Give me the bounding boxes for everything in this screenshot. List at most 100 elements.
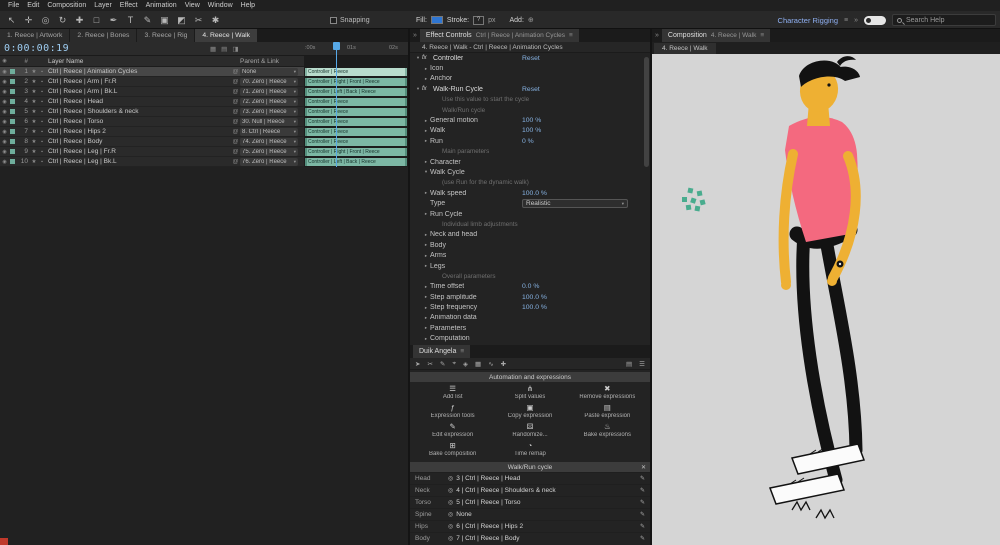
toggle-switch[interactable]	[864, 16, 886, 25]
effect-property-row[interactable]: ▸ fx General motion 100 % 100 % ▾	[410, 115, 650, 125]
label-color-chip[interactable]	[9, 107, 17, 117]
edit-pencil-icon[interactable]: ✎	[640, 475, 645, 482]
limb-link-row[interactable]: Head ◎ 3 | Ctrl | Reece | Head ✎	[410, 472, 650, 484]
effect-property-row[interactable]: ▸ fx Icon ▾	[410, 63, 650, 73]
layer-row[interactable]: ◉ 9 ★ ▪ Ctrl | Reece | Leg | Fr.R @ 75. …	[0, 147, 408, 157]
tool-icon[interactable]: ↻	[57, 15, 68, 26]
layer-track[interactable]: Controller | Left | Back | Reece	[304, 87, 408, 97]
pickwhip-icon[interactable]: @	[231, 139, 240, 145]
snapping-control[interactable]: Snapping	[330, 11, 370, 29]
duik-button[interactable]: ✖ Remove expressions	[569, 384, 646, 401]
pickwhip-icon[interactable]: @	[231, 79, 240, 85]
edit-pencil-icon[interactable]: ✎	[640, 511, 645, 518]
timeline-option-icon[interactable]: ▤	[221, 45, 227, 53]
layer-duration-bar[interactable]: Controller | Reece	[305, 138, 407, 146]
layer-name[interactable]: Ctrl | Reece | Torso	[46, 118, 231, 125]
duik-button[interactable]: ⋔ Split values	[491, 384, 568, 401]
label-color-chip[interactable]	[9, 87, 17, 97]
duik-button[interactable]: ƒ Expression tools	[414, 403, 491, 420]
workspace-menu-icon[interactable]: ≡	[844, 17, 848, 24]
twirl-icon[interactable]: ▸	[422, 138, 430, 144]
duik-tool-icon[interactable]: ➤	[415, 360, 420, 368]
label-color-chip[interactable]	[9, 147, 17, 157]
layer-track[interactable]: Controller | Reece	[304, 117, 408, 127]
parent-dropdown[interactable]: 72. Zero | Reece ▾	[240, 98, 298, 106]
property-value[interactable]: 100 %	[522, 127, 541, 134]
twirl-icon[interactable]: ▸	[422, 232, 430, 238]
linked-layer[interactable]: 7 | Ctrl | Reece | Body	[456, 535, 637, 542]
duik-tool-icon[interactable]: ✎	[440, 360, 445, 368]
effect-property-row[interactable]: ▸ fx Time offset 0.0 % 0.0 % ▾	[410, 282, 650, 292]
parent-dropdown[interactable]: 73. Zero | Reece ▾	[240, 108, 298, 116]
layer-track[interactable]: Controller | Right | Front | Reece	[304, 77, 408, 87]
timeline-option-icon[interactable]: ◨	[232, 45, 238, 53]
parent-dropdown[interactable]: 75. Zero | Reece ▾	[240, 148, 298, 156]
switch-icon[interactable]: ▪	[38, 139, 46, 145]
layer-track[interactable]: Controller | Left | Back | Reece	[304, 157, 408, 167]
label-color-chip[interactable]	[9, 137, 17, 147]
layer-duration-bar[interactable]: Controller | Right | Front | Reece	[305, 148, 407, 156]
layer-row[interactable]: ◉ 8 ★ ▪ Ctrl | Reece | Body @ 74. Zero |…	[0, 137, 408, 147]
menu-item[interactable]: Edit	[23, 2, 43, 9]
fill-swatch[interactable]	[431, 16, 443, 24]
edit-pencil-icon[interactable]: ✎	[640, 535, 645, 542]
duik-tool-icon[interactable]: ◈	[463, 360, 468, 368]
effect-property-row[interactable]: ▸ fx Step amplitude 100.0 % 100.0 % ▾	[410, 292, 650, 302]
switch-icon[interactable]: ▪	[38, 69, 46, 75]
effect-property-row[interactable]: ▸ fx Animation data ▾	[410, 313, 650, 323]
label-color-chip[interactable]	[9, 117, 17, 127]
layer-name[interactable]: Ctrl | Reece | Animation Cycles	[46, 68, 231, 75]
tool-icon[interactable]: ✱	[210, 15, 221, 26]
workspace-character-rigging[interactable]: Character Rigging	[778, 16, 838, 25]
timeline-tab[interactable]: 2. Reece | Bones	[70, 29, 136, 42]
linked-layer[interactable]: None	[456, 511, 637, 518]
twirl-icon[interactable]: ▸	[422, 336, 430, 342]
effect-property-row[interactable]: ▸ fx Walk speed 100.0 % 100.0 % ▾	[410, 188, 650, 198]
linked-layer[interactable]: 5 | Ctrl | Reece | Torso	[456, 499, 637, 506]
linked-layer[interactable]: 6 | Ctrl | Reece | Hips 2	[456, 523, 637, 530]
tool-icon[interactable]: ◎	[40, 15, 51, 26]
property-value[interactable]: 100.0 %	[522, 190, 547, 197]
add-label[interactable]: Add:	[509, 17, 523, 24]
pickwhip-icon[interactable]: @	[231, 109, 240, 115]
time-ruler[interactable]: :00s01s02s	[304, 44, 408, 56]
panel-overflow-icon[interactable]: »	[413, 32, 417, 39]
layer-row[interactable]: ◉ 7 ★ ▪ Ctrl | Reece | Hips 2 @ 8. Ctrl …	[0, 127, 408, 137]
duik-button[interactable]: ☰ Add list	[414, 384, 491, 401]
layer-row[interactable]: ◉ 1 ★ ▪ Ctrl | Reece | Animation Cycles …	[0, 67, 408, 77]
twirl-icon[interactable]: ▸	[422, 159, 430, 165]
twirl-icon[interactable]: ▸	[422, 253, 430, 259]
layer-name[interactable]: Ctrl | Reece | Leg | Fr.R	[46, 148, 231, 155]
effect-property-row[interactable]: ▸ fx Body ▾	[410, 240, 650, 250]
duik-button[interactable]: ▤ Paste expression	[569, 403, 646, 420]
reset-link[interactable]: Reset	[522, 55, 540, 62]
effect-property-row[interactable]: fx Individual limb adjustments ▾	[410, 219, 650, 229]
pickwhip-icon[interactable]: @	[231, 89, 240, 95]
tool-icon[interactable]: ✚	[74, 15, 85, 26]
duik-button[interactable]: ✎ Edit expression	[414, 422, 491, 439]
tool-icon[interactable]: ↖	[6, 15, 17, 26]
effect-property-row[interactable]: ▸ fx Anchor ▾	[410, 74, 650, 84]
twirl-icon[interactable]: ▸	[422, 242, 430, 248]
effect-property-row[interactable]: ▸ fx Parameters ▾	[410, 323, 650, 333]
effect-property-row[interactable]: ▾ fx Walk-Run Cycle Reset ▾	[410, 84, 650, 94]
label-color-chip[interactable]	[9, 67, 17, 77]
layer-track[interactable]: Controller | Reece	[304, 127, 408, 137]
property-value[interactable]: 100.0 %	[522, 294, 547, 301]
visibility-toggle[interactable]: ◉	[0, 69, 9, 75]
twirl-icon[interactable]: ▸	[422, 118, 430, 124]
menu-item[interactable]: Layer	[90, 2, 116, 9]
effect-property-row[interactable]: ▸ fx Neck and head ▾	[410, 230, 650, 240]
duik-button[interactable]: ⚄ Randomize...	[491, 422, 568, 439]
layer-name[interactable]: Ctrl | Reece | Arm | Fr.R	[46, 78, 231, 85]
twirl-icon[interactable]: ▸	[422, 66, 430, 72]
pickwhip-icon[interactable]: @	[231, 99, 240, 105]
viewer-tab[interactable]: 4. Reece | Walk	[654, 43, 716, 54]
effect-property-row[interactable]: ▸ fx Step frequency 100.0 % 100.0 % ▾	[410, 302, 650, 312]
visibility-toggle[interactable]: ◉	[0, 139, 9, 145]
pickwhip-icon[interactable]: @	[231, 149, 240, 155]
twirl-icon[interactable]: ▸	[422, 284, 430, 290]
shy-icon[interactable]: ★	[30, 109, 38, 115]
layer-track[interactable]: Controller | Reece	[304, 97, 408, 107]
limb-link-row[interactable]: Neck ◎ 4 | Ctrl | Reece | Shoulders & ne…	[410, 484, 650, 496]
